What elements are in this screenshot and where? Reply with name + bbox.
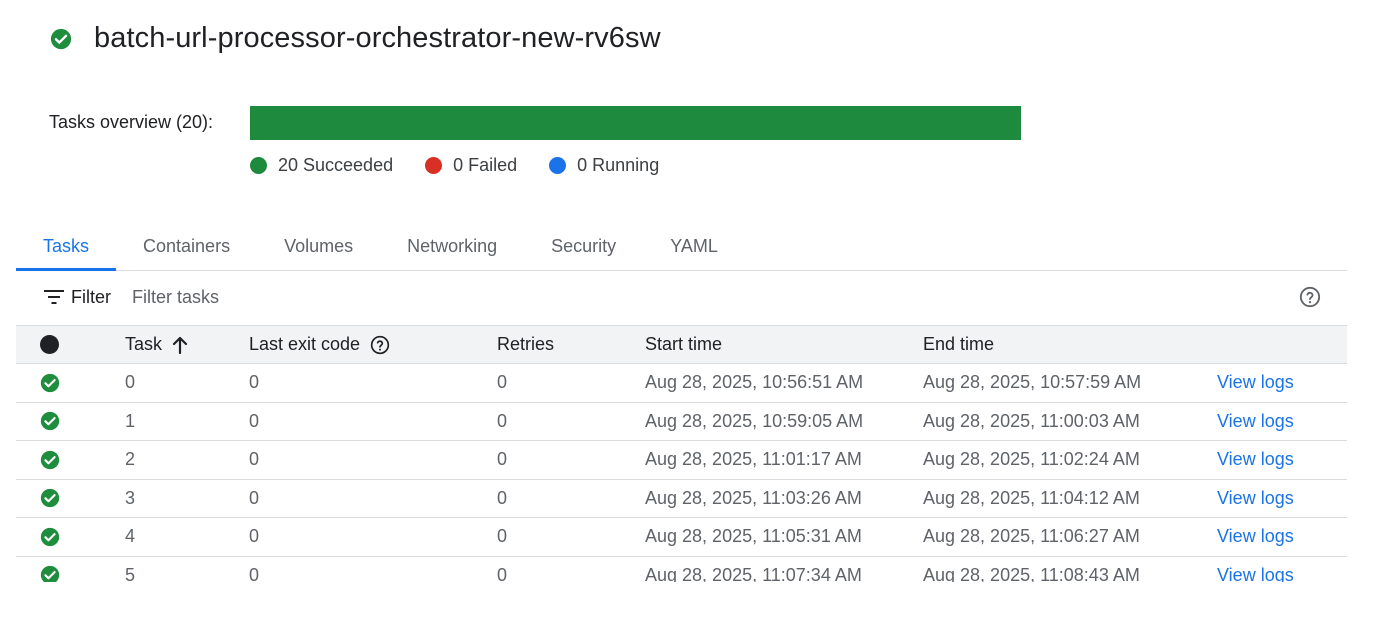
legend-item: 0 Running <box>549 155 659 176</box>
tab-containers[interactable]: Containers <box>116 222 257 270</box>
exit-code-cell: 0 <box>249 449 260 470</box>
tab-yaml[interactable]: YAML <box>643 222 745 270</box>
legend-label: 0 Running <box>577 155 660 175</box>
table-row: 4 0 0 Aug 28, 2025, 11:05:31 AM Aug 28, 2025… <box>16 518 1347 557</box>
exit-code-cell: 0 <box>249 372 260 393</box>
end-time-column-header: End time <box>923 334 995 354</box>
row-status <box>40 557 60 582</box>
check-circle-icon <box>40 527 60 546</box>
start-time-column-header: Start time <box>645 334 723 354</box>
table-row: 5 0 0 Aug 28, 2025, 11:07:34 AM Aug 28, 2025… <box>16 557 1347 582</box>
help-icon[interactable] <box>1299 286 1321 308</box>
end-time-cell: Aug 28, 2025, 11:02:24 AM <box>923 449 1140 470</box>
legend-item: 0 Failed <box>425 155 517 176</box>
task-index-cell: 2 <box>125 449 136 470</box>
exit-code-column-header: Last exit code <box>249 326 390 363</box>
row-status <box>40 364 60 402</box>
check-circle-icon <box>40 566 60 582</box>
legend-item: 20 Succeeded <box>250 155 393 176</box>
check-circle-icon <box>40 412 60 431</box>
retries-cell: 0 <box>497 526 508 547</box>
tasks-overview-legend: 20 Succeeded 0 Failed 0 Running <box>250 155 691 176</box>
tasks-progress-bar <box>250 106 1021 140</box>
row-status <box>40 518 60 556</box>
start-time-cell: Aug 28, 2025, 10:59:05 AM <box>645 410 864 431</box>
retries-cell: 0 <box>497 564 508 582</box>
end-time-cell: Aug 28, 2025, 11:06:27 AM <box>923 526 1140 547</box>
table-body: 0 0 0 Aug 28, 2025, 10:56:51 AM Aug 28, 2025… <box>16 364 1347 582</box>
filter-label[interactable]: Filter <box>71 287 111 308</box>
check-circle-icon <box>40 373 60 392</box>
filter-tasks-input[interactable] <box>132 282 532 312</box>
row-status <box>40 480 60 518</box>
exit-code-cell: 0 <box>249 487 260 508</box>
end-time-cell: Aug 28, 2025, 10:57:59 AM <box>923 372 1142 393</box>
view-logs-link[interactable]: View logs <box>1217 364 1294 402</box>
retries-cell: 0 <box>497 410 508 431</box>
filter-bar: Filter <box>16 272 1347 324</box>
view-logs-link[interactable]: View logs <box>1217 557 1294 582</box>
retries-column-header: Retries <box>497 334 555 354</box>
view-logs-link[interactable]: View logs <box>1217 441 1294 479</box>
check-circle-icon <box>40 450 60 469</box>
view-logs-link[interactable]: View logs <box>1217 480 1294 518</box>
start-time-cell: Aug 28, 2025, 11:07:34 AM <box>645 564 862 582</box>
task-index-cell: 0 <box>125 372 136 393</box>
table-row: 2 0 0 Aug 28, 2025, 11:01:17 AM Aug 28, 2025… <box>16 441 1347 480</box>
retries-cell: 0 <box>497 449 508 470</box>
row-status <box>40 441 60 479</box>
table-row: 3 0 0 Aug 28, 2025, 11:03:26 AM Aug 28, 2025… <box>16 480 1347 518</box>
legend-dot-icon <box>425 157 443 174</box>
row-status <box>40 403 60 441</box>
legend-dot-icon <box>250 157 267 174</box>
task-index-cell: 3 <box>125 487 136 508</box>
retries-cell: 0 <box>497 372 508 393</box>
tasks-table: Task Last exit code Retries Start time E… <box>16 325 1347 582</box>
view-logs-link[interactable]: View logs <box>1217 403 1294 441</box>
tab-security[interactable]: Security <box>524 222 643 270</box>
start-time-cell: Aug 28, 2025, 11:03:26 AM <box>645 487 862 508</box>
filter-icon[interactable] <box>44 289 64 305</box>
tasks-progress-succeeded-fill <box>250 106 1021 140</box>
start-time-cell: Aug 28, 2025, 11:01:17 AM <box>645 449 862 470</box>
task-column-label: Task <box>125 334 163 354</box>
task-index-cell: 1 <box>125 410 136 431</box>
end-time-cell: Aug 28, 2025, 11:08:43 AM <box>923 564 1140 582</box>
tab-volumes[interactable]: Volumes <box>257 222 380 270</box>
task-column-header[interactable]: Task <box>125 326 188 363</box>
tasks-overview-label: Tasks overview (20): <box>49 112 214 132</box>
page-header: batch-url-processor-orchestrator-new-rv6… <box>50 22 661 55</box>
end-time-cell: Aug 28, 2025, 11:04:12 AM <box>923 487 1140 508</box>
tab-tasks[interactable]: Tasks <box>16 222 117 271</box>
status-column-header <box>40 326 59 363</box>
retries-cell: 0 <box>497 487 508 508</box>
check-circle-icon <box>50 28 72 49</box>
job-details-page: batch-url-processor-orchestrator-new-rv6… <box>0 0 1400 631</box>
detail-tabs: Tasks Containers Volumes Networking Security… <box>16 222 1347 271</box>
legend-label: 20 Succeeded <box>278 155 394 175</box>
view-logs-link[interactable]: View logs <box>1217 518 1294 556</box>
exit-code-cell: 0 <box>249 564 260 582</box>
end-time-cell: Aug 28, 2025, 11:00:03 AM <box>923 410 1140 431</box>
check-circle-icon <box>40 489 60 508</box>
start-time-cell: Aug 28, 2025, 11:05:31 AM <box>645 526 862 547</box>
exit-code-cell: 0 <box>249 410 260 431</box>
page-title: batch-url-processor-orchestrator-new-rv6… <box>94 22 661 54</box>
tab-networking[interactable]: Networking <box>380 222 524 270</box>
task-index-cell: 5 <box>125 564 136 582</box>
arrow-up-icon[interactable] <box>172 336 188 354</box>
task-index-cell: 4 <box>125 526 136 547</box>
exit-code-cell: 0 <box>249 526 260 547</box>
status-dot-icon <box>40 335 59 354</box>
legend-label: 0 Failed <box>453 155 518 175</box>
start-time-cell: Aug 28, 2025, 10:56:51 AM <box>645 372 864 393</box>
table-row: 0 0 0 Aug 28, 2025, 10:56:51 AM Aug 28, 2025… <box>16 364 1347 403</box>
table-header-row: Task Last exit code Retries Start time E… <box>16 325 1347 364</box>
exit-code-column-label: Last exit code <box>249 334 361 354</box>
table-row: 1 0 0 Aug 28, 2025, 10:59:05 AM Aug 28, 2025… <box>16 403 1347 441</box>
help-icon[interactable] <box>370 335 390 355</box>
legend-dot-icon <box>549 157 567 174</box>
